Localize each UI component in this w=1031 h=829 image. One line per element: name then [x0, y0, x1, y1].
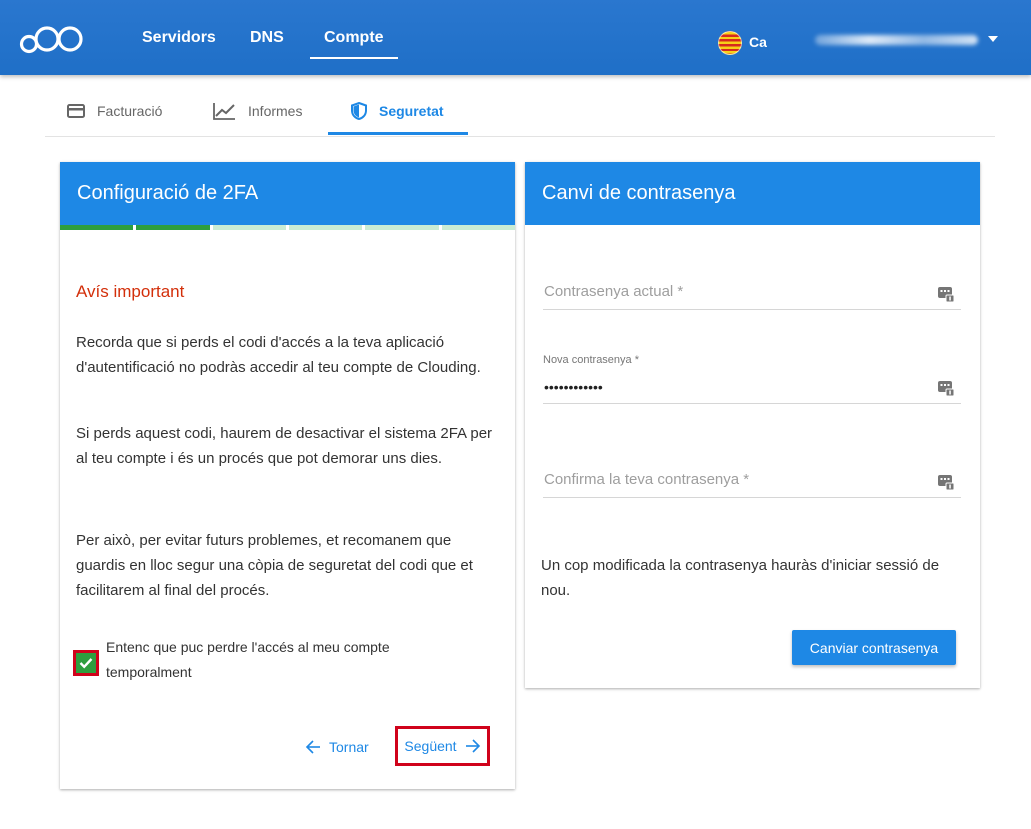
tab-label: Informes: [248, 103, 303, 119]
twofa-card: Configuració de 2FA Avís important Recor…: [60, 162, 515, 789]
nav-active-indicator: [310, 57, 398, 59]
confirm-password-field[interactable]: Confirma la teva contrasenya *: [543, 470, 961, 498]
password-keyboard-icon[interactable]: [937, 285, 955, 308]
progress-step: [136, 225, 210, 230]
chevron-down-icon[interactable]: [988, 36, 998, 42]
next-button[interactable]: Següent: [395, 726, 490, 766]
checkmark-icon: [79, 658, 93, 669]
password-title: Canvi de contrasenya: [542, 182, 736, 204]
top-navigation-bar: Servidors DNS Compte Ca: [0, 0, 1031, 75]
chart-line-icon: [212, 102, 236, 120]
progress-step: [60, 225, 134, 230]
password-card: Canvi de contrasenya Contrasenya actual …: [525, 162, 980, 688]
warning-paragraph-1: Recorda que si perds el codi d'accés a l…: [76, 334, 481, 376]
nav-compte[interactable]: Compte: [324, 29, 384, 47]
clouding-logo[interactable]: [19, 22, 85, 59]
tab-label: Seguretat: [379, 103, 444, 119]
nav-dns[interactable]: DNS: [250, 29, 284, 47]
language-selector[interactable]: Ca: [749, 34, 767, 50]
new-password-value: ••••••••••••: [544, 379, 603, 395]
tab-active-indicator: [328, 132, 468, 135]
new-password-field[interactable]: ••••••••••••: [543, 370, 961, 404]
current-password-placeholder: Contrasenya actual *: [544, 283, 684, 300]
progress-step: [441, 225, 515, 230]
change-password-button[interactable]: Canviar contrasenya: [792, 630, 956, 665]
arrow-left-icon: [305, 740, 320, 754]
password-card-header: Canvi de contrasenya: [525, 162, 980, 225]
tab-informes[interactable]: Informes: [212, 88, 302, 134]
warning-paragraph-3: Per això, per evitar futurs problemes, e…: [76, 532, 473, 599]
current-password-field[interactable]: Contrasenya actual *: [543, 282, 961, 310]
progress-step: [288, 225, 363, 230]
password-keyboard-icon[interactable]: [937, 473, 955, 496]
back-button[interactable]: Tornar: [305, 737, 369, 757]
twofa-title: Configuració de 2FA: [77, 182, 259, 204]
credit-card-icon: [67, 104, 85, 118]
catalan-flag-icon[interactable]: [718, 31, 742, 55]
next-button-label: Següent: [404, 738, 457, 754]
user-account-menu[interactable]: [815, 35, 978, 45]
warning-title: Avís important: [76, 282, 185, 301]
progress-step: [212, 225, 286, 230]
acknowledge-checkbox[interactable]: [73, 650, 99, 676]
shield-icon: [351, 102, 367, 120]
password-change-info: Un cop modificada la contrasenya hauràs …: [541, 557, 940, 599]
nav-servidors[interactable]: Servidors: [142, 29, 216, 47]
acknowledge-checkbox-label[interactable]: Entenc que puc perdre l'accés al meu com…: [106, 635, 466, 685]
tab-facturacio[interactable]: Facturació: [67, 88, 162, 134]
progress-step: [365, 225, 439, 230]
new-password-label: Nova contrasenya *: [543, 354, 639, 366]
tab-seguretat[interactable]: Seguretat: [351, 88, 444, 134]
back-button-label: Tornar: [329, 739, 369, 755]
warning-paragraph-2: Si perds aquest codi, haurem de desactiv…: [76, 425, 493, 467]
arrow-right-icon: [465, 739, 480, 753]
tab-label: Facturació: [97, 103, 163, 119]
twofa-card-header: Configuració de 2FA: [60, 162, 515, 225]
twofa-progress-bar: [60, 225, 515, 230]
password-keyboard-icon[interactable]: [937, 379, 955, 402]
account-subtabs: Facturació Informes Seguretat: [45, 88, 995, 137]
confirm-password-placeholder: Confirma la teva contrasenya *: [544, 471, 750, 488]
